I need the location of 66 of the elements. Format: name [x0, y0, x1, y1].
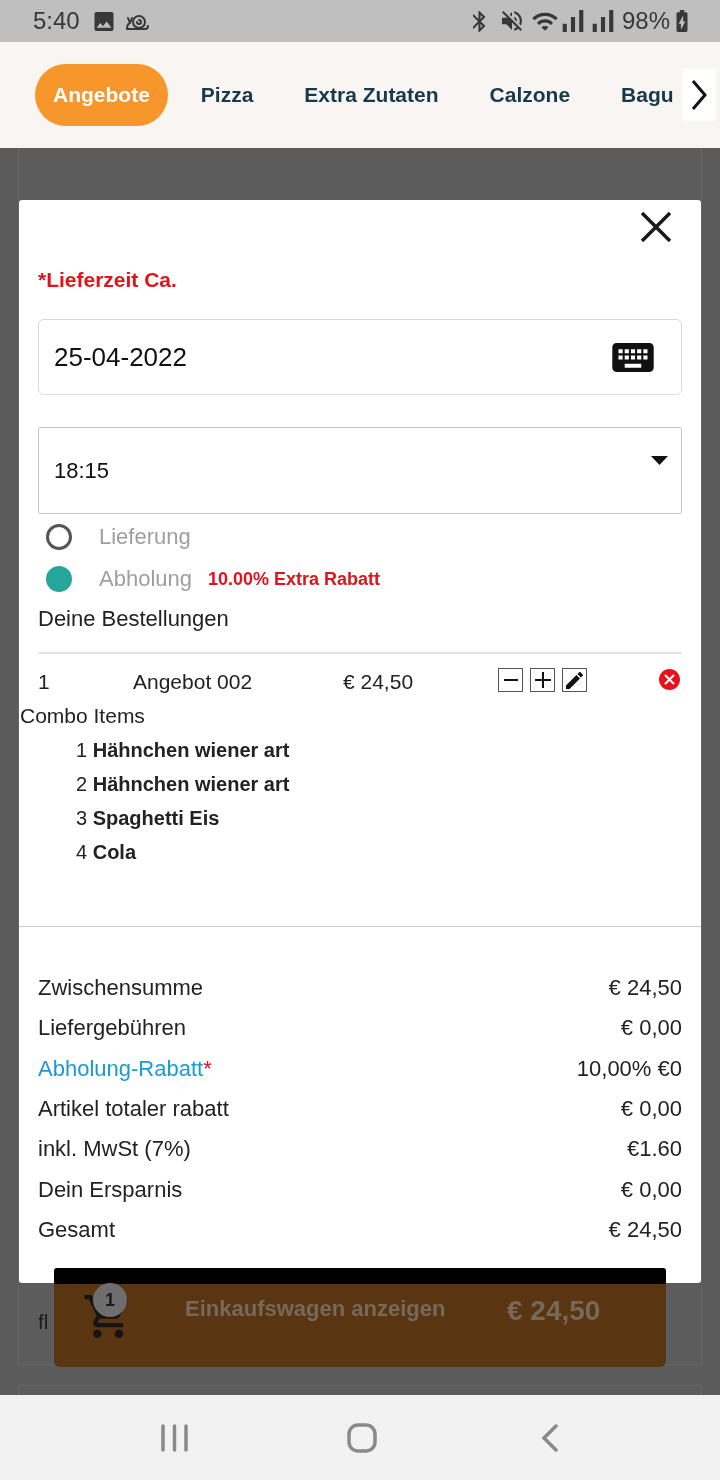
item-price: € 24,50: [343, 669, 415, 695]
summary-value: € 24,50: [608, 1216, 682, 1243]
summary-value: € 0,00: [620, 1176, 682, 1203]
home-icon[interactable]: [347, 1422, 377, 1453]
discount-note: 10.00% Extra Rabatt: [208, 568, 381, 590]
orders-heading: Deine Bestellungen: [38, 606, 229, 632]
battery-charging-icon: [676, 10, 688, 32]
category-tab[interactable]: Pizza: [182, 64, 272, 126]
time-value: 18:15: [54, 457, 110, 484]
minus-icon: [503, 679, 518, 681]
keyboard-icon[interactable]: [612, 342, 654, 372]
item-quantity: 1: [38, 669, 51, 695]
card-text: fl: [38, 1309, 49, 1335]
category-tab[interactable]: Extra Zutaten: [286, 64, 457, 126]
combo-heading: Combo Items: [20, 703, 145, 729]
snail-icon: [124, 12, 149, 30]
close-icon[interactable]: [640, 212, 672, 242]
summary-label: Zwischensumme: [38, 975, 204, 1002]
summary-value: € 24,50: [608, 975, 682, 1002]
decrease-button[interactable]: [498, 668, 523, 692]
cart-total: € 24,50: [507, 1295, 601, 1327]
signal-icon: [591, 10, 614, 32]
combo-item: 1 Hähnchen wiener art: [76, 738, 290, 762]
battery-percentage: 98%: [621, 7, 670, 35]
delivery-time-label: *Lieferzeit Ca.: [38, 268, 177, 291]
summary-value: €1.60: [626, 1136, 682, 1163]
dropdown-arrow-icon: [651, 456, 668, 465]
increase-button[interactable]: [530, 668, 555, 692]
radio-button[interactable]: [46, 566, 72, 592]
radio-button[interactable]: [46, 524, 72, 550]
clock-time: 5:40: [33, 7, 80, 35]
edit-button[interactable]: [562, 668, 587, 692]
category-tab[interactable]: Calzone: [471, 64, 589, 126]
summary-label: inkl. MwSt (7%): [38, 1136, 191, 1163]
time-select[interactable]: 18:15: [38, 427, 682, 514]
combo-item: 3 Spaghetti Eis: [76, 806, 220, 830]
summary-value: € 0,00: [620, 1015, 682, 1042]
back-icon[interactable]: [542, 1423, 558, 1452]
chevron-right-icon: [691, 80, 707, 110]
summary-label: Gesamt: [38, 1216, 116, 1243]
signal-icon: [561, 10, 584, 32]
recent-apps-icon[interactable]: [161, 1423, 188, 1452]
pencil-icon: [566, 671, 583, 689]
summary-label: Liefergebühren: [38, 1015, 186, 1042]
summary-value: 10,00% €0: [576, 1055, 682, 1082]
option-label: Abholung: [99, 566, 192, 592]
bluetooth-icon: [472, 10, 486, 32]
summary-value: € 0,00: [620, 1096, 682, 1123]
cart-label: Einkaufswagen anzeigen: [185, 1296, 446, 1321]
plus-icon: [534, 672, 551, 688]
image-icon: [93, 11, 114, 31]
summary-label: Artikel totaler rabatt: [38, 1096, 229, 1123]
item-name: Angebot 002: [133, 669, 254, 695]
summary-label: Dein Ersparnis: [38, 1176, 183, 1203]
category-tab[interactable]: Bagu: [603, 64, 674, 126]
combo-item: 4 Cola: [76, 840, 137, 864]
option-label: Lieferung: [99, 524, 191, 550]
mute-icon: [501, 11, 522, 31]
date-value: 25-04-2022: [54, 342, 187, 372]
wifi-icon: [531, 10, 558, 32]
summary-label: Abholung-Rabatt*: [38, 1055, 212, 1082]
scroll-right-button[interactable]: [682, 69, 716, 121]
cart-count-badge: 1: [93, 1283, 127, 1317]
remove-icon[interactable]: [659, 668, 680, 690]
combo-item: 2 Hähnchen wiener art: [76, 772, 290, 796]
date-field[interactable]: 25-04-2022: [38, 319, 682, 395]
